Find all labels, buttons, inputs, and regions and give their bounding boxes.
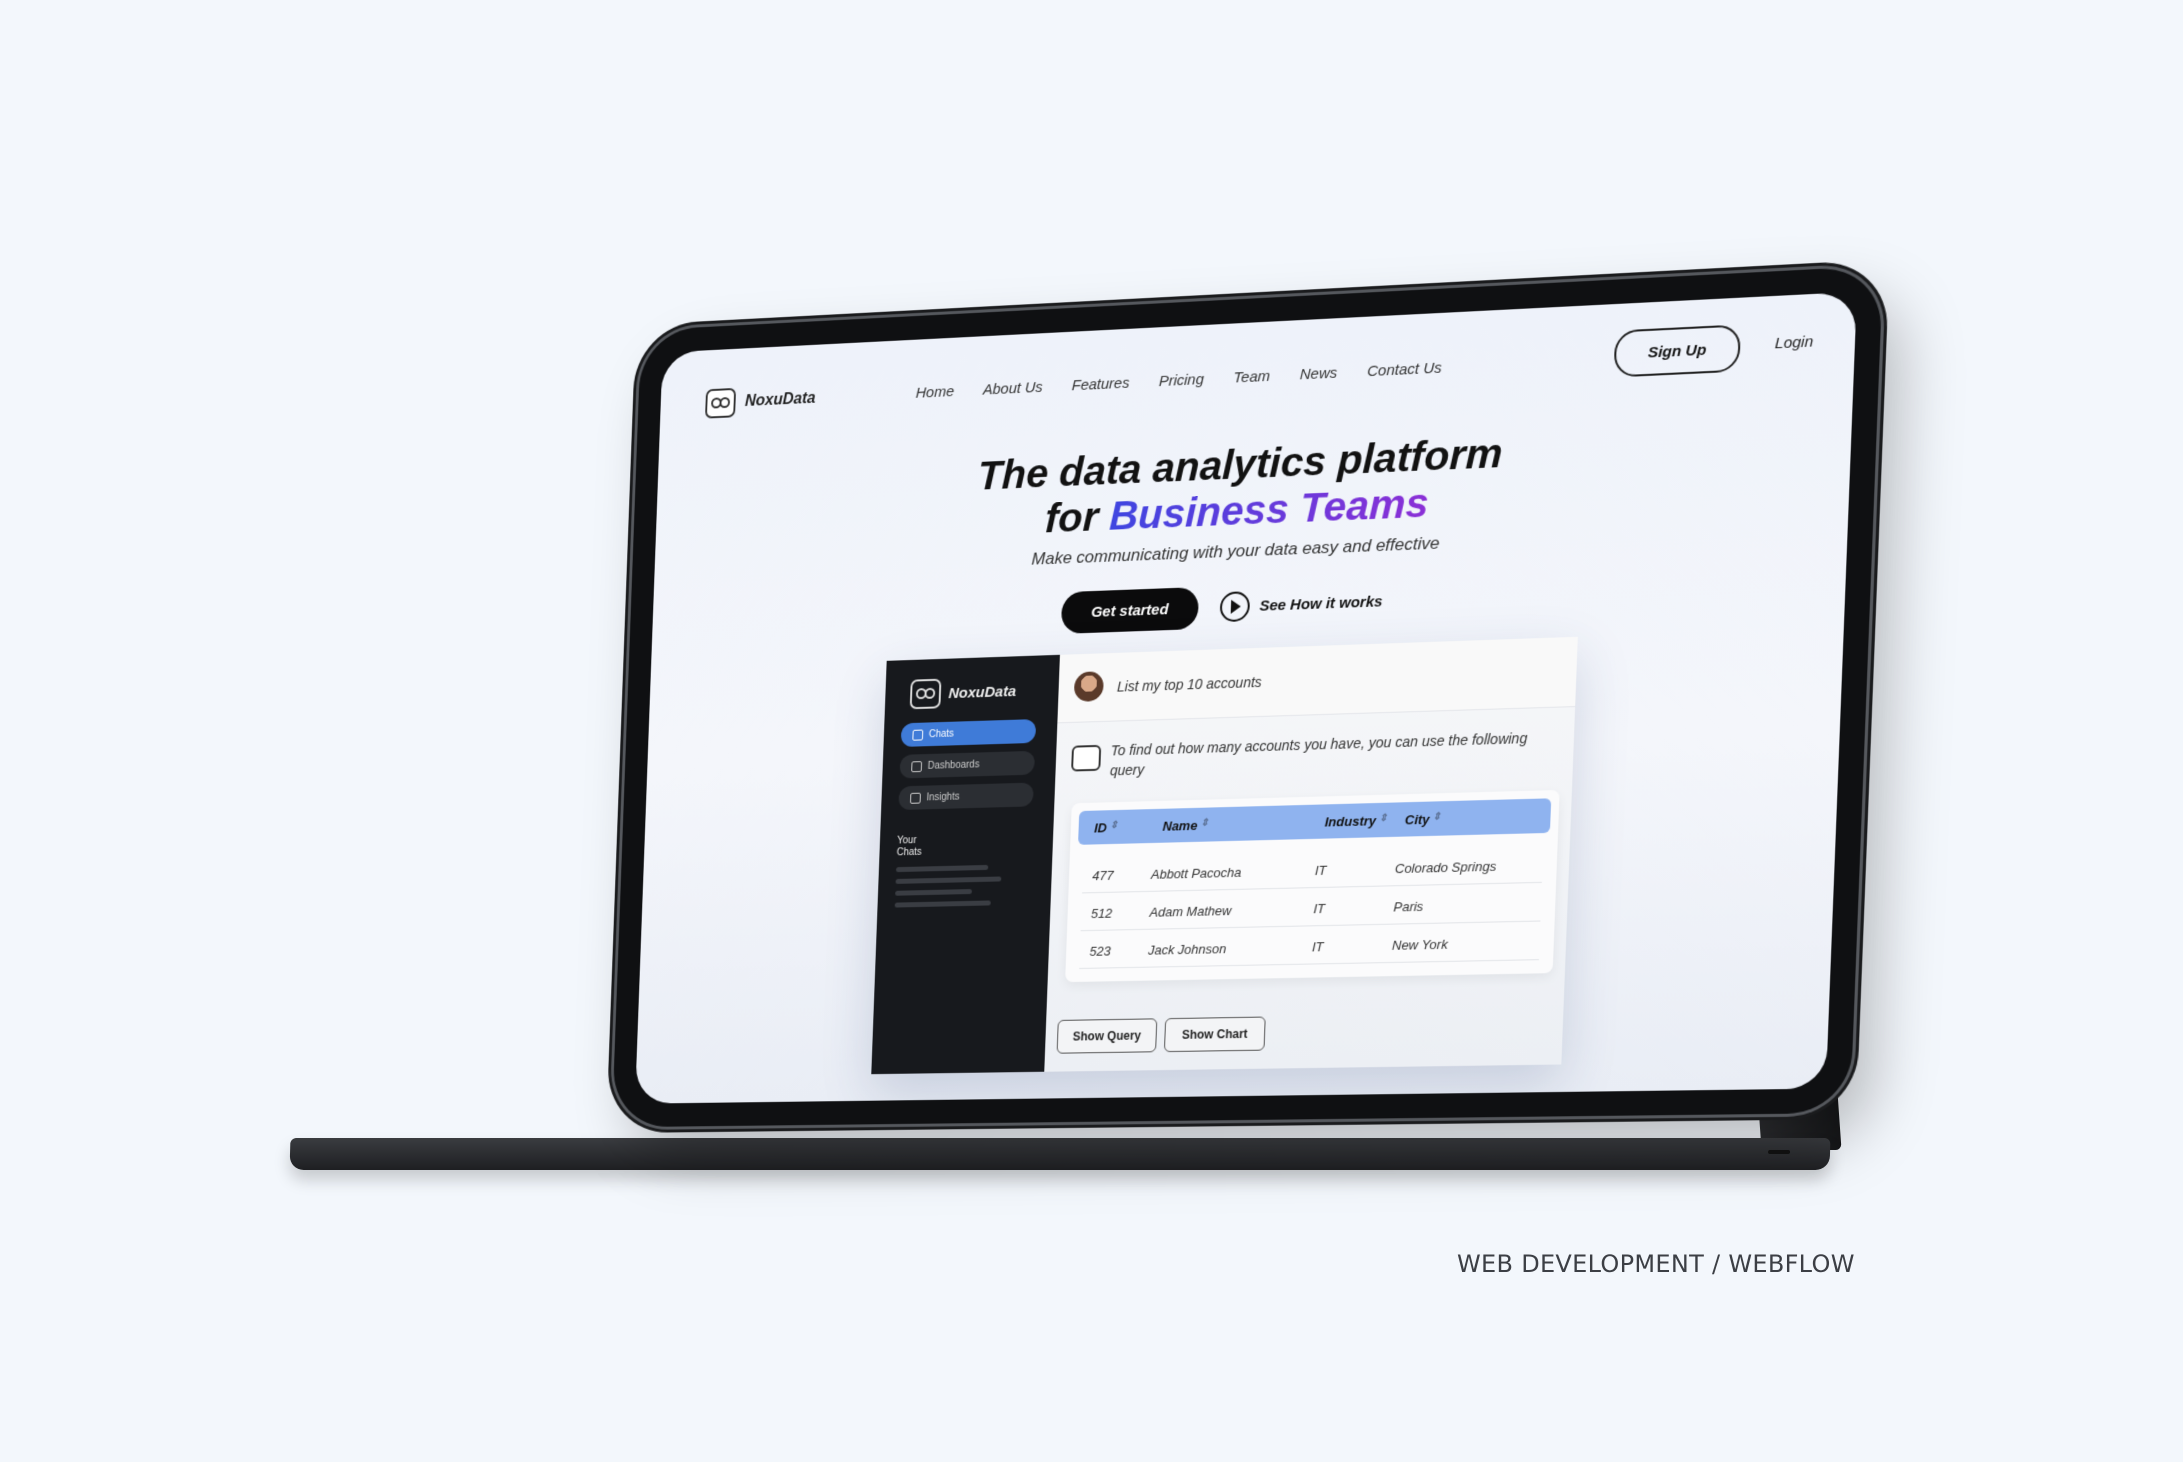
chat-placeholder-line[interactable]	[894, 900, 991, 908]
nav-link-pricing[interactable]: Pricing	[1158, 371, 1204, 390]
cell-city: Colorado Springs	[1394, 858, 1497, 877]
column-header-name[interactable]: Name	[1162, 818, 1207, 834]
app-sidebar: NoxuData Chats Dashboards Insights Your …	[871, 654, 1060, 1075]
hero-title-prefix: for	[1044, 492, 1111, 542]
user-message: List my top 10 accounts	[1057, 636, 1578, 724]
chat-placeholder-line[interactable]	[895, 889, 972, 896]
chat-placeholder-line[interactable]	[895, 876, 1002, 884]
results-table: ID Name Industry City 477 Abbott Pacocha…	[1065, 789, 1560, 983]
your-chats-label: Your Chats	[896, 835, 922, 859]
column-header-id[interactable]: ID	[1093, 820, 1117, 836]
insights-icon	[909, 792, 921, 804]
bot-response-text: To find out how many accounts you have, …	[1109, 729, 1528, 779]
sort-icon	[1380, 815, 1386, 825]
show-query-button[interactable]: Show Query	[1056, 1018, 1158, 1054]
user-prompt-text: List my top 10 accounts	[1116, 673, 1263, 695]
keyboard-base	[289, 1138, 1831, 1170]
nav-link-home[interactable]: Home	[915, 383, 954, 402]
login-link[interactable]: Login	[1775, 333, 1814, 352]
sidebar-item-label: Insights	[926, 791, 960, 803]
sort-icon	[1111, 822, 1117, 832]
column-header-label: ID	[1093, 820, 1108, 836]
tablet-device: NoxuData Home About Us Features Pricing …	[611, 265, 1884, 1128]
nav-link-about[interactable]: About Us	[983, 379, 1043, 399]
cell-id: 512	[1090, 905, 1113, 922]
column-header-label: City	[1404, 811, 1430, 828]
bot-icon	[1071, 744, 1102, 772]
logo-text: NoxuData	[744, 389, 816, 410]
app-logo-icon	[909, 678, 942, 710]
column-header-label: Name	[1162, 817, 1198, 834]
nav-link-team[interactable]: Team	[1233, 368, 1270, 387]
signup-button[interactable]: Sign Up	[1613, 324, 1742, 378]
cell-name: Abbott Pacocha	[1150, 864, 1242, 882]
app-preview: NoxuData Chats Dashboards Insights Your …	[871, 636, 1578, 1075]
nav-link-features[interactable]: Features	[1071, 375, 1129, 395]
table-header: ID Name Industry City	[1078, 798, 1552, 845]
sidebar-item-label: Chats	[928, 728, 955, 740]
cell-id: 477	[1092, 867, 1114, 884]
show-chart-button[interactable]: Show Chart	[1163, 1016, 1266, 1053]
play-icon	[1219, 591, 1251, 623]
chat-icon	[912, 729, 924, 741]
sidebar-item-chats[interactable]: Chats	[900, 719, 1037, 747]
cell-city: Paris	[1393, 898, 1424, 915]
cell-id: 523	[1089, 943, 1112, 959]
dashboard-icon	[911, 760, 923, 772]
app-logo-text: NoxuData	[948, 682, 1017, 702]
project-caption: WEB DEVELOPMENT / WEBFLOW	[1457, 1250, 1855, 1278]
cell-name: Adam Mathew	[1149, 903, 1232, 920]
chat-placeholder-line[interactable]	[895, 864, 989, 873]
app-logo: NoxuData	[909, 676, 1017, 710]
sidebar-item-label: Dashboards	[927, 758, 980, 772]
get-started-button[interactable]: Get started	[1060, 587, 1200, 634]
column-header-city[interactable]: City	[1404, 811, 1440, 828]
nav-link-news[interactable]: News	[1300, 364, 1338, 383]
sidebar-item-insights[interactable]: Insights	[898, 782, 1034, 811]
avatar	[1073, 671, 1105, 702]
cell-city: New York	[1391, 936, 1449, 953]
cta-row: Get started See How it works	[1060, 580, 1384, 634]
cell-name: Jack Johnson	[1147, 941, 1227, 958]
column-header-industry[interactable]: Industry	[1324, 813, 1387, 830]
nav-menu: Home About Us Features Pricing Team News…	[915, 359, 1442, 401]
cell-industry: IT	[1313, 900, 1326, 917]
sidebar-item-dashboards[interactable]: Dashboards	[899, 750, 1036, 779]
site-logo[interactable]: NoxuData	[704, 384, 816, 419]
sort-icon	[1201, 820, 1207, 830]
see-how-link[interactable]: See How it works	[1219, 586, 1383, 623]
nav-link-contact[interactable]: Contact Us	[1367, 359, 1442, 380]
column-header-label: Industry	[1324, 813, 1377, 830]
see-how-label: See How it works	[1259, 592, 1383, 615]
tablet-screen: NoxuData Home About Us Features Pricing …	[634, 291, 1857, 1104]
logo-icon	[704, 387, 737, 419]
cell-industry: IT	[1314, 862, 1327, 879]
cell-industry: IT	[1311, 939, 1324, 955]
table-row[interactable]: 523 Jack Johnson IT New York	[1079, 920, 1541, 969]
sort-icon	[1433, 814, 1439, 824]
app-chat-panel: List my top 10 accounts To find out how …	[1044, 636, 1578, 1072]
